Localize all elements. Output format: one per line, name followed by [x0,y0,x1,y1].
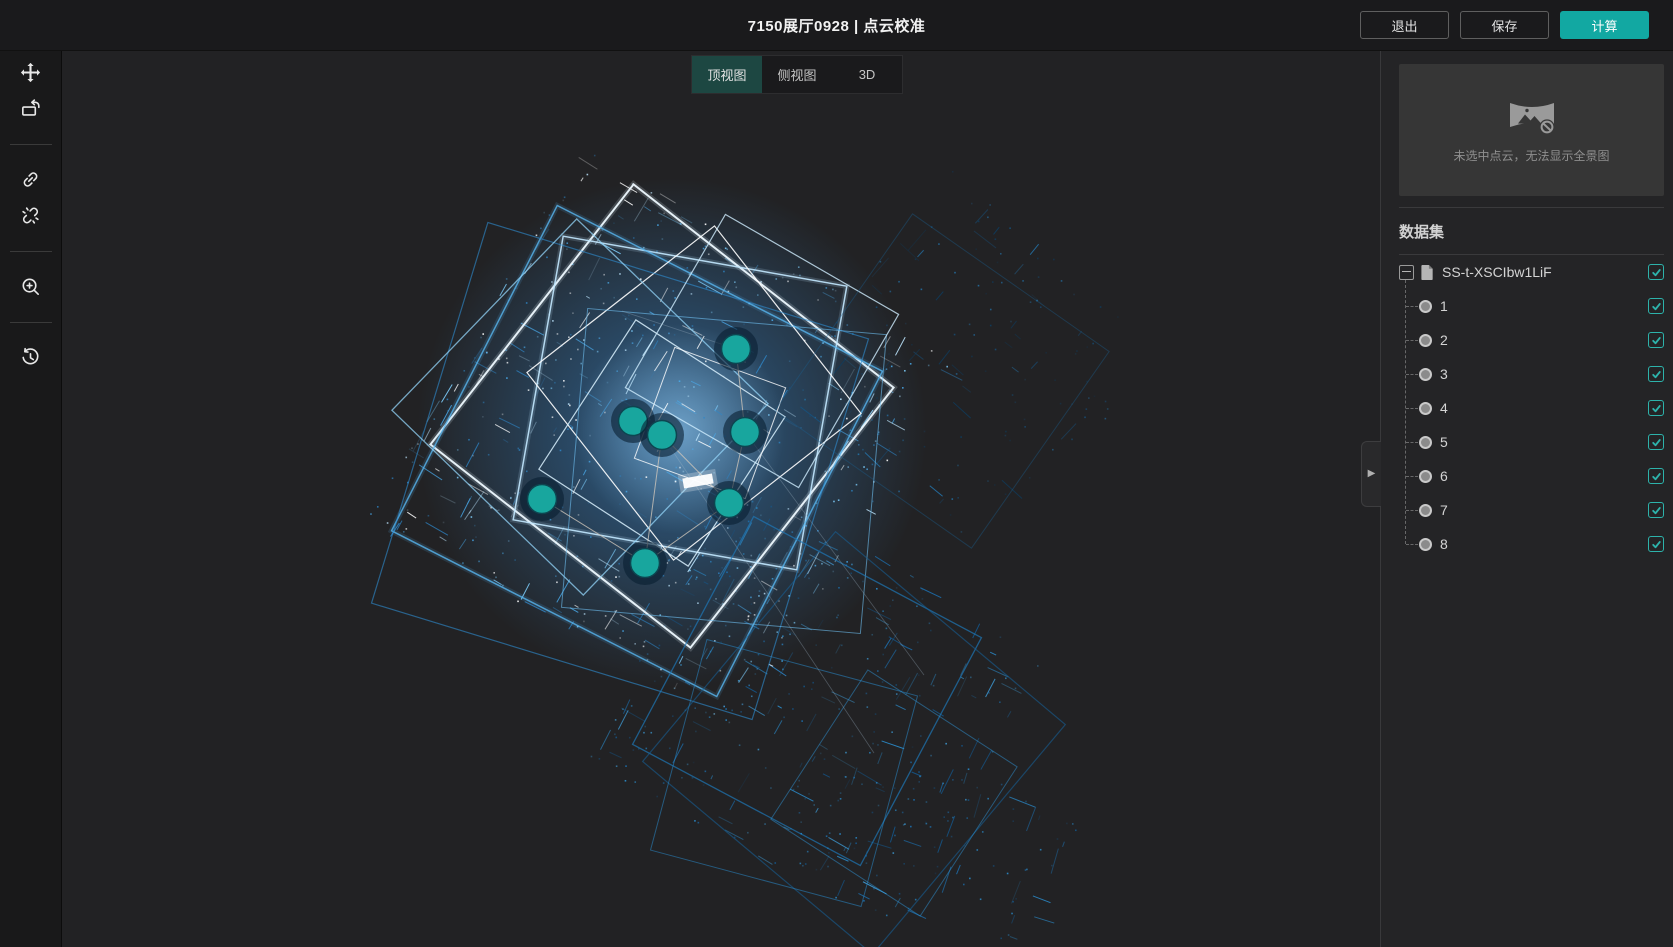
check-icon [1651,301,1662,312]
scan-checkbox[interactable] [1648,400,1664,416]
app-window: 7150展厅0928 | 点云校准 退出 保存 计算 [0,0,1673,947]
file-icon [1420,264,1435,281]
rotate-icon [19,97,42,120]
panorama-message: 未选中点云，无法显示全景图 [1453,147,1609,164]
scan-node-icon [1419,368,1432,381]
tree-scan-row[interactable]: 4 [1399,391,1664,425]
toolbar-divider [10,144,52,145]
rotate-tool-button[interactable] [9,90,53,126]
main-area: 顶视图 侧视图 3D ▶ 未选中点云，无法显示全景图 [0,51,1673,947]
tree-scan-label: 6 [1440,468,1448,484]
scan-checkbox[interactable] [1648,502,1664,518]
check-icon [1651,369,1662,380]
check-icon [1651,437,1662,448]
topbar-actions: 退出 保存 计算 [1360,11,1649,39]
tree-scan-row[interactable]: 8 [1399,527,1664,561]
scan-node-icon [1419,300,1432,313]
scan-checkbox[interactable] [1648,332,1664,348]
tree-scan-label: 7 [1440,502,1448,518]
tree-scan-row[interactable]: 6 [1399,459,1664,493]
left-toolbar [0,51,62,947]
dataset-tree: SS-t-XSCIbw1LiF 1 2 3 4 [1399,255,1664,561]
calibration-marker[interactable] [528,485,557,514]
panorama-placeholder: 未选中点云，无法显示全景图 [1399,64,1664,196]
link-tool-button[interactable] [9,161,53,197]
right-panel: ▶ 未选中点云，无法显示全景图 数据集 [1380,51,1673,947]
history-button[interactable] [9,339,53,375]
panel-collapse-button[interactable]: ▶ [1361,441,1381,507]
check-icon [1651,539,1662,550]
panel-divider [1399,207,1664,208]
tree-scan-label: 5 [1440,434,1448,450]
check-icon [1651,403,1662,414]
dataset-heading: 数据集 [1399,221,1664,242]
scan-checkbox[interactable] [1648,468,1664,484]
tree-scan-row[interactable]: 5 [1399,425,1664,459]
tree-root-row[interactable]: SS-t-XSCIbw1LiF [1399,255,1664,289]
scan-node-icon [1419,402,1432,415]
link-icon [19,168,42,191]
check-icon [1651,335,1662,346]
toolbar-divider [10,322,52,323]
scan-node-icon [1419,538,1432,551]
tab-side-view[interactable]: 侧视图 [762,56,832,93]
tree-scan-row[interactable]: 2 [1399,323,1664,357]
scan-node-icon [1419,334,1432,347]
tree-scan-row[interactable]: 3 [1399,357,1664,391]
tab-top-view[interactable]: 顶视图 [692,56,762,93]
check-icon [1651,267,1662,278]
tree-scan-label: 4 [1440,400,1448,416]
panorama-disabled-icon [1507,96,1557,138]
scan-checkbox[interactable] [1648,298,1664,314]
check-icon [1651,505,1662,516]
unlink-icon [19,204,42,227]
unlink-tool-button[interactable] [9,197,53,233]
save-button[interactable]: 保存 [1460,11,1549,39]
zoom-in-icon [19,275,42,298]
collapse-toggle-icon[interactable] [1399,265,1414,280]
zoom-in-button[interactable] [9,268,53,304]
compute-button[interactable]: 计算 [1560,11,1649,39]
tree-scan-label: 8 [1440,536,1448,552]
check-icon [1651,471,1662,482]
view-tabs: 顶视图 侧视图 3D [691,55,903,94]
tree-scan-label: 1 [1440,298,1448,314]
tab-3d-view[interactable]: 3D [832,56,902,93]
tree-root-label: SS-t-XSCIbw1LiF [1442,264,1552,280]
exit-button[interactable]: 退出 [1360,11,1449,39]
chevron-right-icon: ▶ [1368,469,1376,479]
tree-scan-label: 3 [1440,366,1448,382]
scan-checkbox[interactable] [1648,366,1664,382]
tree-children: 1 2 3 4 5 6 [1399,289,1664,561]
calibration-marker[interactable] [715,489,744,518]
tree-scan-row[interactable]: 1 [1399,289,1664,323]
move-icon [19,61,42,84]
toolbar-divider [10,251,52,252]
scan-node-icon [1419,436,1432,449]
scan-checkbox[interactable] [1648,536,1664,552]
history-icon [19,346,42,369]
tree-scan-row[interactable]: 7 [1399,493,1664,527]
dataset-root-checkbox[interactable] [1648,264,1664,280]
viewport-canvas[interactable]: 顶视图 侧视图 3D [62,51,1380,947]
point-cloud-render [62,51,1380,947]
page-title: 7150展厅0928 | 点云校准 [748,15,926,36]
calibration-marker[interactable] [648,421,677,450]
calibration-marker[interactable] [631,549,660,578]
scan-node-icon [1419,470,1432,483]
calibration-marker[interactable] [731,418,760,447]
scan-node-icon [1419,504,1432,517]
topbar: 7150展厅0928 | 点云校准 退出 保存 计算 [0,0,1673,51]
move-tool-button[interactable] [9,54,53,90]
calibration-marker[interactable] [722,335,751,364]
tree-scan-label: 2 [1440,332,1448,348]
scan-checkbox[interactable] [1648,434,1664,450]
